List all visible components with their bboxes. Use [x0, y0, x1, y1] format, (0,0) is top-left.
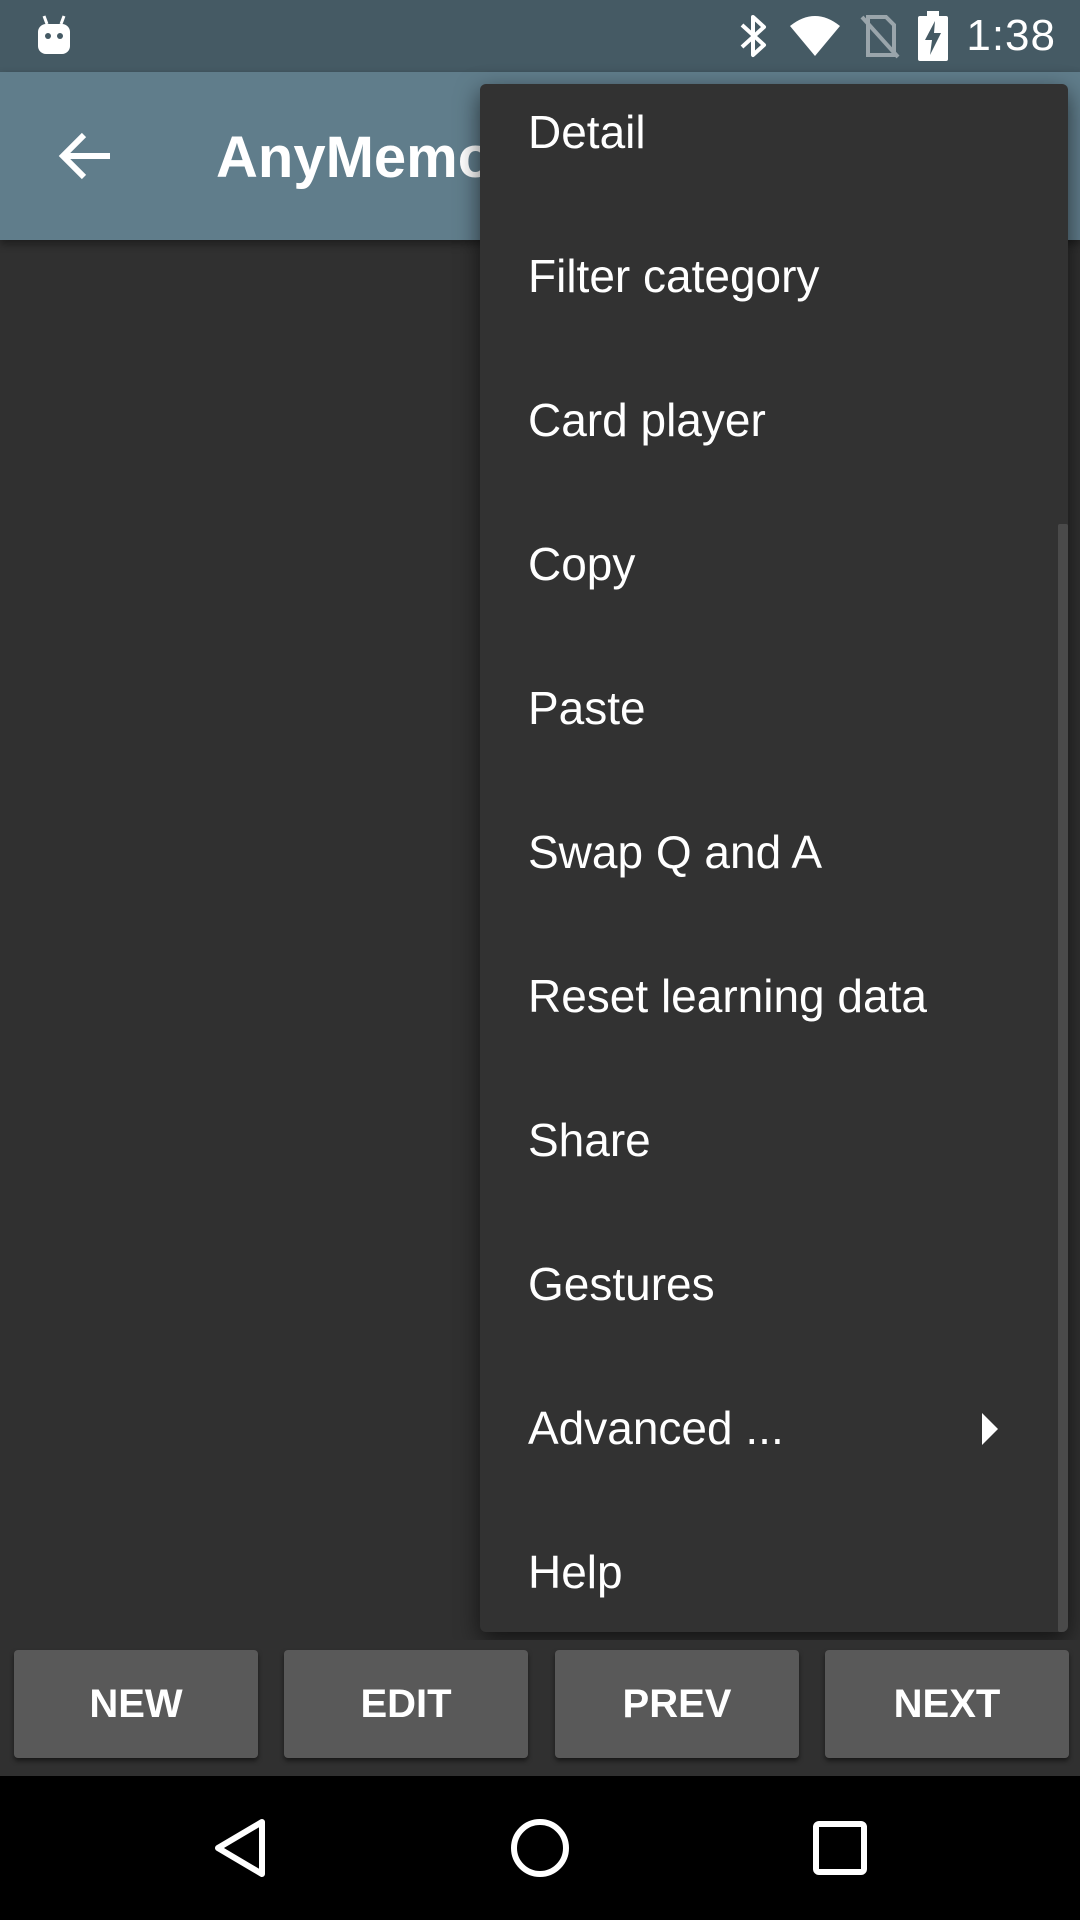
menu-item-detail[interactable]: Detail — [480, 84, 1068, 204]
menu-item-filter-category[interactable]: Filter category — [480, 204, 1068, 348]
arrow-back-icon — [58, 132, 110, 180]
android-icon — [38, 15, 70, 54]
menu-item-paste[interactable]: Paste — [480, 636, 1068, 780]
nav-recents-button[interactable] — [804, 1812, 876, 1884]
menu-scrollbar[interactable] — [1058, 524, 1068, 1632]
back-triangle-icon — [215, 1819, 265, 1877]
menu-item-card-player[interactable]: Card player — [480, 348, 1068, 492]
prev-button[interactable]: PREV — [555, 1650, 799, 1758]
battery-charging-icon — [918, 11, 949, 61]
menu-item-label: Help — [528, 1546, 623, 1598]
menu-item-label: Swap Q and A — [528, 826, 823, 878]
bluetooth-icon — [741, 15, 767, 57]
menu-item-gestures[interactable]: Gestures — [480, 1212, 1068, 1356]
menu-item-label: Paste — [528, 682, 646, 734]
menu-item-label: Detail — [528, 106, 646, 158]
menu-item-copy[interactable]: Copy — [480, 492, 1068, 636]
wifi-icon — [790, 16, 841, 56]
edit-button[interactable]: EDIT — [284, 1650, 528, 1758]
navigation-bar — [0, 1776, 1080, 1920]
nav-home-button[interactable] — [504, 1812, 576, 1884]
status-bar: 1:38 — [0, 0, 1080, 72]
menu-item-help[interactable]: Help — [480, 1500, 1068, 1632]
app-title: AnyMemo — [216, 125, 494, 190]
menu-item-share[interactable]: Share — [480, 1068, 1068, 1212]
menu-item-label: Reset learning data — [528, 970, 927, 1022]
menu-item-label: Share — [528, 1114, 651, 1166]
menu-item-label: Filter category — [528, 250, 820, 302]
home-circle-icon — [511, 1819, 569, 1877]
no-sim-icon — [860, 15, 900, 59]
status-icons: 1:38 — [718, 0, 1056, 72]
menu-item-swap-q-and-a[interactable]: Swap Q and A — [480, 780, 1068, 924]
nav-back-button[interactable] — [204, 1812, 276, 1884]
new-button[interactable]: NEW — [14, 1650, 258, 1758]
menu-item-label: Copy — [528, 538, 636, 590]
menu-item-advanced[interactable]: Advanced ... — [480, 1356, 1068, 1500]
menu-item-reset-learning-data[interactable]: Reset learning data — [480, 924, 1068, 1068]
menu-item-label: Gestures — [528, 1258, 715, 1310]
next-button[interactable]: NEXT — [825, 1650, 1069, 1758]
overflow-menu: Detail Filter category Card player Copy … — [480, 84, 1068, 1632]
button-bar: NEW EDIT PREV NEXT — [0, 1640, 1080, 1776]
menu-item-label: Advanced ... — [528, 1402, 784, 1454]
submenu-arrow-icon — [982, 1413, 998, 1445]
screen: 1:38 AnyMemo Detail Filter category Card… — [0, 0, 1080, 1920]
back-button[interactable] — [48, 118, 124, 194]
recents-square-icon — [813, 1821, 867, 1875]
menu-item-label: Card player — [528, 394, 766, 446]
status-time: 1:38 — [966, 11, 1056, 60]
